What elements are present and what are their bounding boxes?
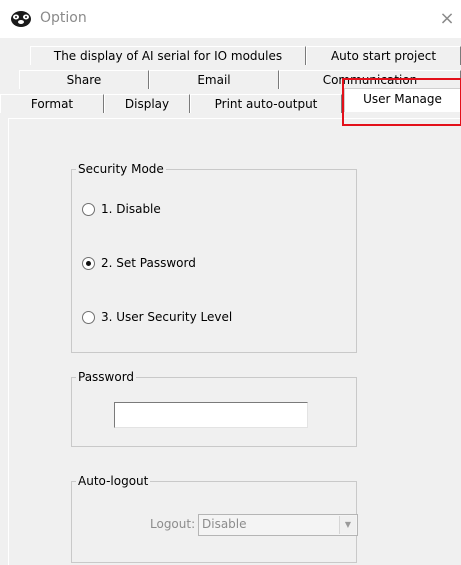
radio-user-security-level-label: 3. User Security Level	[101, 310, 233, 324]
radio-set-password-label: 2. Set Password	[101, 256, 196, 270]
password-title: Password	[76, 369, 137, 385]
tab-communication[interactable]: Communication	[279, 70, 461, 89]
radio-circle-icon[interactable]	[82, 310, 95, 324]
title-bar: Option ×	[0, 0, 461, 38]
app-logo-icon	[11, 11, 31, 27]
tab-format[interactable]: Format	[0, 94, 104, 113]
password-group: Password	[71, 369, 357, 447]
security-mode-group: Security Mode 1. Disable 2. Set Password…	[71, 161, 357, 353]
auto-logout-title: Auto-logout	[76, 473, 151, 489]
tab-auto-start-project[interactable]: Auto start project	[306, 46, 461, 65]
tab-email[interactable]: Email	[149, 70, 279, 89]
user-manage-panel: Security Mode 1. Disable 2. Set Password…	[8, 118, 461, 565]
logout-label: Logout:	[150, 517, 196, 531]
tab-ai-serial-display[interactable]: The display of AI serial for IO modules	[30, 46, 306, 65]
tab-user-manage[interactable]: User Manage	[344, 88, 461, 112]
radio-disable-label: 1. Disable	[101, 202, 161, 216]
chevron-down-icon[interactable]: ▼	[339, 516, 356, 534]
password-input[interactable]	[114, 402, 308, 428]
window-title: Option	[40, 10, 87, 26]
radio-circle-icon[interactable]	[82, 202, 95, 216]
close-button[interactable]: ×	[433, 4, 461, 34]
radio-set-password[interactable]: 2. Set Password	[82, 256, 196, 270]
radio-disable[interactable]: 1. Disable	[82, 202, 161, 216]
auto-logout-group: Auto-logout Logout: Disable ▼	[71, 473, 358, 563]
tab-print-auto-output[interactable]: Print auto-output	[190, 94, 342, 113]
tab-share[interactable]: Share	[19, 70, 149, 89]
radio-user-security-level[interactable]: 3. User Security Level	[82, 310, 232, 324]
logout-select-value: Disable	[202, 517, 247, 531]
tab-display[interactable]: Display	[104, 94, 190, 113]
logout-select[interactable]: Disable ▼	[198, 514, 358, 536]
security-mode-title: Security Mode	[76, 161, 166, 177]
radio-checked-icon[interactable]	[82, 256, 95, 270]
